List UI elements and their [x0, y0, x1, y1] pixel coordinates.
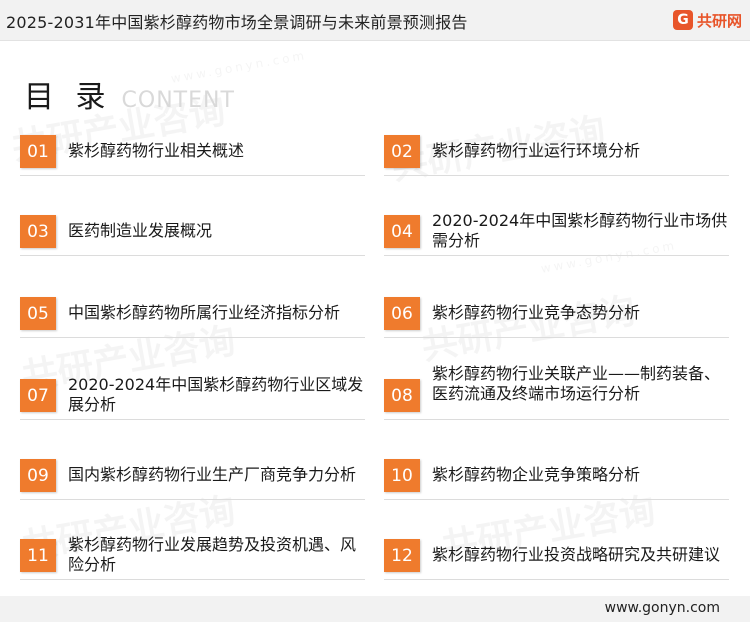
toc-item-number: 09 [20, 459, 56, 492]
toc-item[interactable]: 03 医药制造业发展概况 [20, 206, 365, 256]
toc-item[interactable]: 02 紫杉醇药物行业运行环境分析 [384, 126, 729, 176]
toc-item-label: 紫杉醇药物企业竞争策略分析 [432, 465, 641, 484]
toc-heading-en: CONTENT [121, 88, 235, 113]
brand-logo: G 共研网 [672, 8, 742, 32]
toc-item-number: 01 [20, 135, 56, 168]
divider [384, 255, 729, 256]
toc-item[interactable]: 08 紫杉醇药物行业关联产业——制药装备、医药流通及终端市场运行分析 [384, 364, 729, 420]
toc-item[interactable]: 09 国内紫杉醇药物行业生产厂商竞争力分析 [20, 450, 365, 500]
divider [20, 419, 365, 420]
toc-item[interactable]: 01 紫杉醇药物行业相关概述 [20, 126, 365, 176]
toc-item-label: 中国紫杉醇药物所属行业经济指标分析 [68, 303, 341, 322]
toc-item-label: 2020-2024年中国紫杉醇药物行业区域发展分析 [68, 375, 364, 414]
toc-item-number: 02 [384, 135, 420, 168]
divider [384, 419, 729, 420]
toc-item-label: 紫杉醇药物行业发展趋势及投资机遇、风险分析 [68, 535, 357, 574]
toc-item[interactable]: 12 紫杉醇药物行业投资战略研究及共研建议 [384, 530, 729, 580]
footer-url[interactable]: www.gonyn.com [605, 600, 720, 616]
toc-item[interactable]: 05 中国紫杉醇药物所属行业经济指标分析 [20, 288, 365, 338]
toc-item-number: 12 [384, 539, 420, 572]
toc-item[interactable]: 07 2020-2024年中国紫杉醇药物行业区域发展分析 [20, 370, 365, 420]
toc-item[interactable]: 06 紫杉醇药物行业竞争态势分析 [384, 288, 729, 338]
toc-item[interactable]: 04 2020-2024年中国紫杉醇药物行业市场供需分析 [384, 206, 729, 256]
divider [384, 499, 729, 500]
divider [384, 579, 729, 580]
divider [384, 337, 729, 338]
toc-item-number: 03 [20, 215, 56, 248]
toc-item-label: 国内紫杉醇药物行业生产厂商竞争力分析 [68, 465, 357, 484]
divider [20, 255, 365, 256]
toc-item-number: 10 [384, 459, 420, 492]
toc-item-number: 05 [20, 297, 56, 330]
toc-item-label: 紫杉醇药物行业相关概述 [68, 141, 245, 160]
toc-item-number: 06 [384, 297, 420, 330]
toc-heading-cn: 目 录 [24, 80, 112, 115]
toc-item-number: 07 [20, 379, 56, 412]
toc-item-label: 2020-2024年中国紫杉醇药物行业市场供需分析 [432, 211, 728, 250]
toc-item-label: 医药制造业发展概况 [68, 221, 213, 240]
brand-logo-text: 共研网 [696, 11, 742, 30]
toc-item-number: 04 [384, 215, 420, 248]
toc-item-label: 紫杉醇药物行业竞争态势分析 [432, 303, 641, 322]
toc-item[interactable]: 10 紫杉醇药物企业竞争策略分析 [384, 450, 729, 500]
toc-item-number: 08 [384, 379, 420, 412]
divider [20, 175, 365, 176]
brand-logo-mark: G [672, 10, 693, 30]
toc-heading: 目 录 CONTENT [24, 72, 235, 116]
toc-item[interactable]: 11 紫杉醇药物行业发展趋势及投资机遇、风险分析 [20, 530, 365, 580]
toc-item-label: 紫杉醇药物行业关联产业——制药装备、医药流通及终端市场运行分析 [432, 364, 721, 403]
toc-item-number: 11 [20, 539, 56, 572]
footer-bar: www.gonyn.com [0, 596, 750, 622]
title-bar: 2025-2031年中国紫杉醇药物市场全景调研与未来前景预测报告 G 共研网 [0, 0, 750, 41]
divider [20, 499, 365, 500]
divider [384, 175, 729, 176]
toc-item-label: 紫杉醇药物行业投资战略研究及共研建议 [432, 545, 721, 564]
toc-item-label: 紫杉醇药物行业运行环境分析 [432, 141, 641, 160]
divider [20, 337, 365, 338]
report-title: 2025-2031年中国紫杉醇药物市场全景调研与未来前景预测报告 [6, 13, 468, 32]
divider [20, 579, 365, 580]
